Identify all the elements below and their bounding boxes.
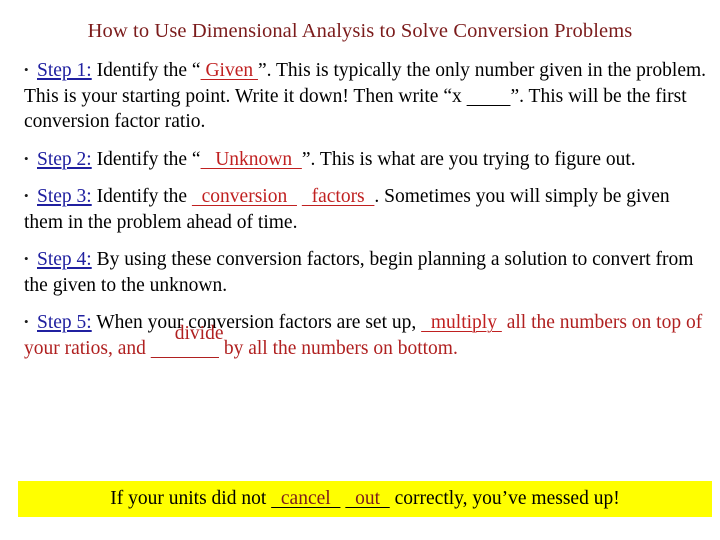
banner-text-a: If your units did not [110,488,272,509]
step-3-text-a: Identify the [91,186,192,207]
step-4-label: Step 4: [37,249,92,270]
slide-body: • Step 1: Identify the “ Given ”. This is… [24,58,708,361]
step-3-answer-factors: factors [301,186,375,207]
step-3-label: Step 3: [37,186,92,207]
step-2-answer-unknown: Unknown [200,148,302,170]
step-5-label: Step 5: [37,312,92,333]
warning-banner-text: If your units did not cancel out correct… [18,481,712,517]
bullet-icon: • [24,150,29,166]
step-2-text-b: ”. This is what are you trying to figure… [301,148,636,170]
step-3-answer-conversion: conversion [191,186,297,207]
banner-text-b: correctly, you’ve messed up! [389,488,620,509]
list-item-step-3: • Step 3: Identify the conversion factors… [24,184,708,235]
step-4-text-a: By using these conversion factors, begin… [24,249,694,296]
step-5-answer-divide-wrap: divide [151,323,224,362]
page-title: How to Use Dimensional Analysis to Solve… [87,20,633,42]
bullet-icon: • [24,314,29,329]
bullet-icon: • [24,251,29,266]
list-item-step-5: • Step 5: When your conversion factors ar… [24,310,708,361]
step-5-answer-divide: divide [174,322,224,344]
banner-answer-out: out [345,488,390,509]
list-item-step-2: • Step 2: Identify the “ Unknown ”. This … [24,147,708,173]
step-1-blank [467,86,511,107]
warning-banner: If your units did not cancel out correct… [18,481,712,517]
list-item-step-1: • Step 1: Identify the “ Given ”. This is… [24,58,708,135]
banner-answer-cancel: cancel [271,488,341,509]
list-item-step-4: • Step 4: By using these conversion facto… [24,247,708,298]
step-2-text-a: Identify the “ [91,148,201,170]
step-1-label: Step 1: [37,60,92,81]
bullet-icon: • [24,62,29,77]
step-5-text-c: by all the numbers on bottom. [218,337,458,359]
step-1-answer-given: Given [200,60,258,81]
slide-canvas: How to Use Dimensional Analysis to Solve… [0,0,720,540]
step-2-label: Step 2: [37,148,92,170]
step-5-text-a: When your conversion factors are set up, [91,312,422,333]
step-1-text-a: Identify the “ [91,60,201,81]
step-5-answer-multiply: multiply [421,312,502,333]
bullet-icon: • [24,188,29,203]
